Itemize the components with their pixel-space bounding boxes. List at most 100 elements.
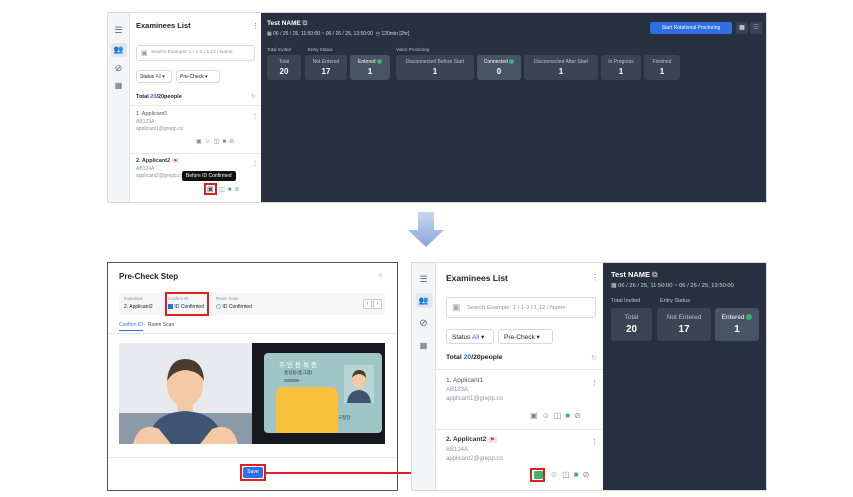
applicant-code: AB123A xyxy=(136,119,155,125)
total-count: Total 20/20people xyxy=(446,354,503,361)
camera-off-icon[interactable]: ⊘ xyxy=(234,187,242,193)
divider xyxy=(436,429,603,430)
more-icon[interactable]: ⋮ xyxy=(591,273,599,282)
status-dot-icon xyxy=(376,59,382,65)
tab-confirm-id[interactable]: Confirm ID xyxy=(119,322,143,331)
test-schedule: ▦ 06 / 26 / 25, 11:50:00 ~ 06 / 26 / 25,… xyxy=(611,283,734,289)
tab-room-scan[interactable]: Room Scan xyxy=(148,322,174,328)
search-placeholder: Search Example: 1 / 1-3 / 1,12 / Name xyxy=(151,50,233,55)
list-item[interactable]: 1. Applicant1 AB123A applicant1@grepp.co… xyxy=(436,373,603,429)
panel-title: Examinees List xyxy=(446,273,508,283)
chat-icon[interactable]: ▦ xyxy=(420,341,428,350)
list-item[interactable]: 1. Applicant1 AB123A applicant1@grepp.co… xyxy=(130,109,261,153)
camera-off-icon[interactable]: ⊘ xyxy=(583,470,594,479)
search-input[interactable]: ▣ Search Example: 1 / 1-3 / 1,12 / Name xyxy=(136,45,255,61)
message-icon[interactable]: ■ xyxy=(574,470,583,479)
examinee-info-bar: Examinee 2. Applicant2 Confirm ID ID Con… xyxy=(119,293,385,315)
status-dot-icon xyxy=(746,314,753,321)
prev-button[interactable]: ‹ xyxy=(363,299,372,309)
examinees-icon[interactable]: 👥 xyxy=(110,43,127,57)
bottom-icon-bar: ☰ 👥 ⊘ ▦ xyxy=(412,263,436,490)
flag-badge: ⚑ xyxy=(171,158,180,163)
status-filter[interactable]: Status All ▾ xyxy=(446,329,494,344)
applicant-email: applicant1@grepp.co xyxy=(446,396,503,402)
precheck-filter[interactable]: Pre-Check ▾ xyxy=(498,329,553,344)
more-icon[interactable]: ⋮ xyxy=(252,160,258,167)
stat-total: Total 20 xyxy=(611,308,652,341)
search-icon: ▣ xyxy=(141,50,148,57)
applicant-code: AB124A xyxy=(136,166,155,172)
list-item[interactable]: 2. Applicant2 ⚑ AB124A applicant2@grepp.… xyxy=(130,156,261,202)
screen-icon[interactable]: ◫ xyxy=(562,470,574,479)
panel-title: Examinees List xyxy=(136,21,191,30)
block-icon[interactable]: ⊘ xyxy=(419,318,427,329)
bottom-dashboard: Test NAME ⧉ ▦ 06 / 26 / 25, 11:50:00 ~ 0… xyxy=(603,263,766,490)
chevron-down-icon: ▾ xyxy=(205,74,208,80)
examinee-label: Examinee xyxy=(124,296,144,301)
checkbox-unchecked-icon[interactable] xyxy=(216,304,221,310)
total-invited-label: Total Invited xyxy=(611,298,641,304)
block-icon[interactable]: ⊘ xyxy=(115,63,123,74)
status-filter[interactable]: Status All ▾ xyxy=(136,70,172,83)
top-screenshot: ☰ 👥 ⊘ ▦ Examinees List ⋮ ▣ Search Exampl… xyxy=(107,12,767,203)
screen-icon[interactable]: ◫ xyxy=(219,187,228,193)
divider xyxy=(108,333,397,334)
finger-cover xyxy=(276,387,338,433)
external-link-icon[interactable]: ⧉ xyxy=(303,20,308,27)
id-card-icon[interactable]: ▣ xyxy=(196,139,205,145)
status-dot-icon xyxy=(509,59,515,65)
camera-off-icon[interactable]: ⊘ xyxy=(229,139,237,145)
search-input[interactable]: ▣ Search Example: 1 / 1-3 / 1,12 / Name xyxy=(446,297,596,318)
examinees-icon[interactable]: 👥 xyxy=(415,293,432,308)
modal-title: Pre-Check Step xyxy=(119,272,179,281)
chevron-down-icon: ▾ xyxy=(536,334,540,341)
divider xyxy=(130,153,261,154)
total-invited-label: Total Invited xyxy=(267,47,292,52)
face-scan-icon[interactable]: ☺ xyxy=(542,411,554,420)
message-icon[interactable]: ■ xyxy=(565,411,574,420)
face-scan-icon[interactable]: ☺ xyxy=(550,470,562,479)
more-icon[interactable]: ⋮ xyxy=(591,438,598,446)
test-title: Test NAME ⧉ xyxy=(267,20,308,27)
flag-badge: ⚑ xyxy=(488,437,497,443)
start-proctoring-button[interactable]: Start Rotational Proctoring xyxy=(650,22,732,34)
menu-icon[interactable]: ☰ xyxy=(114,25,122,36)
down-arrow-icon xyxy=(406,212,446,248)
test-schedule: ▦ 06 / 26 / 25, 11:50:00 ~ 06 / 26 / 25,… xyxy=(267,31,410,37)
next-button[interactable]: › xyxy=(373,299,382,309)
more-icon[interactable]: ⋮ xyxy=(252,22,259,30)
more-icon[interactable]: ⋮ xyxy=(591,379,598,387)
entry-status-label: Entry Status xyxy=(308,47,333,52)
chat-icon[interactable]: ▦ xyxy=(115,81,123,90)
menu-icon[interactable]: ☰ xyxy=(419,274,427,285)
precheck-modal: Pre-Check Step × Examinee 2. Applicant2 … xyxy=(107,262,398,491)
applicant-name: 1. Applicant1 xyxy=(136,111,168,117)
close-icon[interactable]: × xyxy=(378,271,383,280)
clock-icon: ◷ xyxy=(375,31,381,37)
id-confirmed-highlight[interactable] xyxy=(530,468,545,482)
total-count: Total 20/20people xyxy=(136,94,182,100)
applicant-name: 1. Applicant1 xyxy=(446,377,484,384)
id-card-confirmed-icon xyxy=(534,471,543,479)
refresh-icon[interactable]: ↻ xyxy=(251,93,256,100)
list-view-icon[interactable]: ☰ xyxy=(750,22,762,34)
top-examinees-panel: Examinees List ⋮ ▣ Search Example: 1 / 1… xyxy=(130,13,261,202)
id-card-icon: ▣ xyxy=(207,186,214,193)
face-scan-icon[interactable]: ☺ xyxy=(205,139,214,145)
list-item[interactable]: 2. Applicant2 ⚑ AB124A applicant2@grepp.… xyxy=(436,432,603,490)
camera-off-icon[interactable]: ⊘ xyxy=(574,411,585,420)
grid-view-icon[interactable]: ▦ xyxy=(736,22,748,34)
id-check-highlight[interactable]: ▣ xyxy=(204,183,217,195)
more-icon[interactable]: ⋮ xyxy=(252,113,258,120)
external-link-icon[interactable]: ⧉ xyxy=(652,270,657,279)
applicant-code: AB123A xyxy=(446,387,469,393)
precheck-filter[interactable]: Pre-Check ▾ xyxy=(176,70,220,83)
id-card-icon[interactable]: ▣ xyxy=(530,411,542,420)
top-dashboard: Test NAME ⧉ ▦ 06 / 26 / 25, 11:50:00 ~ 0… xyxy=(261,13,766,202)
chevron-down-icon: ▾ xyxy=(480,334,485,341)
applicant-email: applicant2@grepp.co xyxy=(446,456,503,462)
refresh-icon[interactable]: ↻ xyxy=(591,354,597,362)
applicant-code: AB124A xyxy=(446,447,469,453)
screen-icon[interactable]: ◫ xyxy=(554,411,566,420)
applicant-actions: ☺◫■⊘ xyxy=(550,470,593,479)
